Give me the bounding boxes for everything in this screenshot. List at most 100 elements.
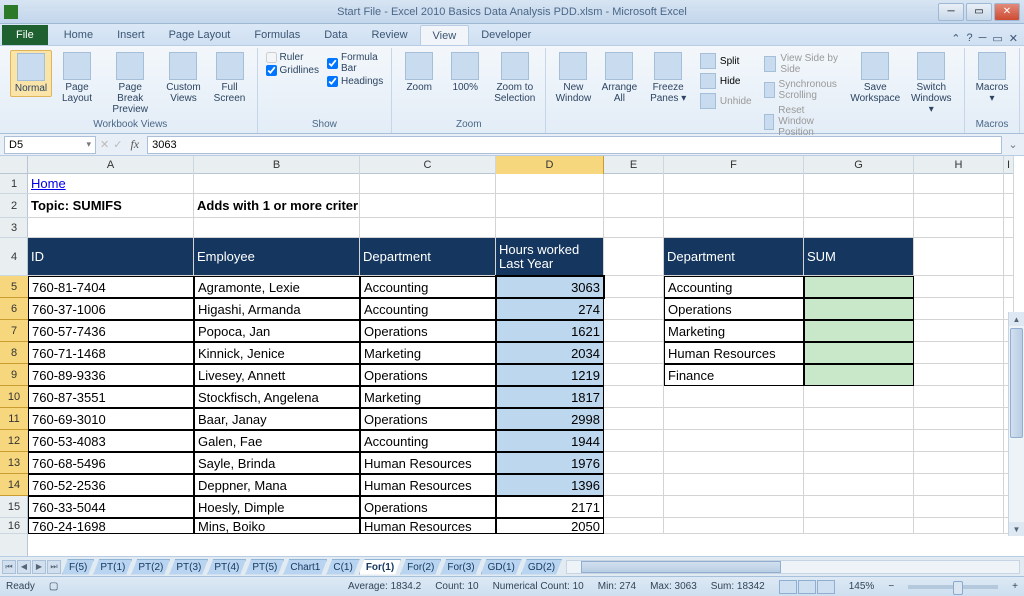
- ribbon-tab-formulas[interactable]: Formulas: [242, 25, 312, 45]
- cell[interactable]: [914, 238, 1004, 276]
- cell[interactable]: [804, 452, 914, 474]
- normal-view-button[interactable]: Normal: [10, 50, 52, 97]
- col-header-D[interactable]: D: [496, 156, 604, 174]
- cell-hours[interactable]: 1976: [496, 452, 604, 474]
- col-header-I[interactable]: I: [1004, 156, 1014, 174]
- row-header-11[interactable]: 11: [0, 408, 28, 430]
- row-header-2[interactable]: 2: [0, 194, 28, 218]
- ribbon-tab-insert[interactable]: Insert: [105, 25, 157, 45]
- cell-department[interactable]: Human Resources: [360, 452, 496, 474]
- cell-employee[interactable]: Baar, Janay: [194, 408, 360, 430]
- cell-department[interactable]: Operations: [360, 364, 496, 386]
- summary-dept[interactable]: Marketing: [664, 320, 804, 342]
- cell-employee[interactable]: Kinnick, Jenice: [194, 342, 360, 364]
- new-window-button[interactable]: New Window: [552, 50, 594, 106]
- cell[interactable]: [496, 218, 604, 238]
- view-mode-buttons[interactable]: [779, 580, 835, 594]
- hide-button[interactable]: Hide: [698, 72, 754, 90]
- spreadsheet-grid[interactable]: ABCDEFGHI 12345678910111213141516 HomeTo…: [0, 156, 1024, 556]
- cell[interactable]: [360, 174, 496, 194]
- cell[interactable]: [804, 174, 914, 194]
- row-header-6[interactable]: 6: [0, 298, 28, 320]
- split-button[interactable]: Split: [698, 52, 754, 70]
- col-header-G[interactable]: G: [804, 156, 914, 174]
- cell-id[interactable]: 760-37-1006: [28, 298, 194, 320]
- cell-id[interactable]: 760-57-7436: [28, 320, 194, 342]
- hdr-dept2[interactable]: Department: [664, 238, 804, 276]
- cell-department[interactable]: Operations: [360, 408, 496, 430]
- ribbon-tab-review[interactable]: Review: [359, 25, 419, 45]
- cell[interactable]: [914, 364, 1004, 386]
- cell-id[interactable]: 760-89-9336: [28, 364, 194, 386]
- row-header-3[interactable]: 3: [0, 218, 28, 238]
- cell-id[interactable]: 760-24-1698: [28, 518, 194, 534]
- sheet-tab-gd1[interactable]: GD(1): [481, 559, 522, 575]
- cell[interactable]: [914, 474, 1004, 496]
- doc-restore-button[interactable]: ▭: [992, 32, 1002, 45]
- cell-id[interactable]: 760-52-2536: [28, 474, 194, 496]
- cell[interactable]: [604, 238, 664, 276]
- switch-windows-button[interactable]: Switch Windows ▾: [905, 50, 958, 117]
- cell[interactable]: [604, 518, 664, 534]
- row-header-12[interactable]: 12: [0, 430, 28, 452]
- cell-id[interactable]: 760-71-1468: [28, 342, 194, 364]
- cell[interactable]: [914, 496, 1004, 518]
- row-headers[interactable]: 12345678910111213141516: [0, 174, 28, 556]
- home-link[interactable]: Home: [28, 174, 194, 194]
- cell[interactable]: [664, 218, 804, 238]
- maximize-button[interactable]: ▭: [966, 3, 992, 21]
- cell[interactable]: [664, 452, 804, 474]
- page-break-preview-button[interactable]: Page Break Preview: [102, 50, 158, 117]
- cell[interactable]: [914, 218, 1004, 238]
- cell[interactable]: [664, 408, 804, 430]
- cell[interactable]: [604, 320, 664, 342]
- col-header-F[interactable]: F: [664, 156, 804, 174]
- row-header-5[interactable]: 5: [0, 276, 28, 298]
- ruler-checkbox[interactable]: Ruler: [266, 52, 319, 63]
- sheet-tab-pt2[interactable]: PT(2): [131, 559, 170, 575]
- cell[interactable]: [804, 430, 914, 452]
- sheet-tab-c1[interactable]: C(1): [326, 559, 359, 575]
- cell[interactable]: [664, 174, 804, 194]
- hdr-employee[interactable]: Employee: [194, 238, 360, 276]
- vertical-scrollbar[interactable]: ▲▼: [1008, 312, 1024, 536]
- enter-formula-icon[interactable]: ✓: [113, 138, 122, 151]
- ribbon-minimize-icon[interactable]: ⌃: [951, 32, 960, 45]
- row-header-16[interactable]: 16: [0, 518, 28, 534]
- cell-employee[interactable]: Deppner, Mana: [194, 474, 360, 496]
- col-header-C[interactable]: C: [360, 156, 496, 174]
- hdr-sum[interactable]: SUM: [804, 238, 914, 276]
- ribbon-tab-view[interactable]: View: [420, 25, 470, 45]
- cell[interactable]: [604, 174, 664, 194]
- row-header-1[interactable]: 1: [0, 174, 28, 194]
- cell[interactable]: [664, 194, 804, 218]
- cell[interactable]: [914, 452, 1004, 474]
- cell-employee[interactable]: Hoesly, Dimple: [194, 496, 360, 518]
- cell-hours[interactable]: 1621: [496, 320, 604, 342]
- summary-sum[interactable]: [804, 276, 914, 298]
- summary-sum[interactable]: [804, 342, 914, 364]
- cell-employee[interactable]: Stockfisch, Angelena: [194, 386, 360, 408]
- sheet-nav-last[interactable]: ⏭: [47, 560, 61, 574]
- cell[interactable]: [604, 364, 664, 386]
- ribbon-tab-developer[interactable]: Developer: [469, 25, 543, 45]
- cell-id[interactable]: 760-68-5496: [28, 452, 194, 474]
- cell[interactable]: [1004, 174, 1014, 194]
- cell[interactable]: [28, 218, 194, 238]
- sheet-tab-pt3[interactable]: PT(3): [169, 559, 208, 575]
- zoom-level[interactable]: 145%: [849, 581, 875, 592]
- formula-bar-checkbox[interactable]: Formula Bar: [327, 52, 383, 74]
- row-header-8[interactable]: 8: [0, 342, 28, 364]
- zoom-button[interactable]: Zoom: [398, 50, 440, 95]
- zoom-out-icon[interactable]: −: [888, 581, 894, 592]
- zoom-100-button[interactable]: 100%: [444, 50, 486, 95]
- cell-id[interactable]: 760-33-5044: [28, 496, 194, 518]
- cell[interactable]: [914, 320, 1004, 342]
- hdr-department[interactable]: Department: [360, 238, 496, 276]
- cell[interactable]: [1004, 194, 1014, 218]
- cell[interactable]: [804, 194, 914, 218]
- zoom-in-icon[interactable]: +: [1012, 581, 1018, 592]
- cell-employee[interactable]: Higashi, Armanda: [194, 298, 360, 320]
- cell-department[interactable]: Operations: [360, 496, 496, 518]
- cell-employee[interactable]: Galen, Fae: [194, 430, 360, 452]
